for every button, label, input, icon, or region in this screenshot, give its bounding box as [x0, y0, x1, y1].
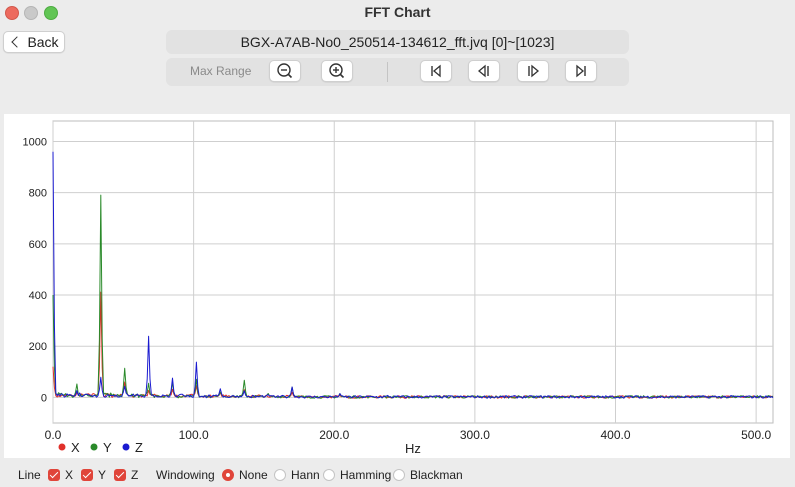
legend-marker-x — [58, 443, 66, 451]
hann-radio-label: Hann — [291, 468, 320, 482]
options-bar: Line X Y Z Windowing None Hann Hamming B… — [0, 462, 795, 487]
y-tick-label: 400 — [29, 290, 47, 302]
file-title: BGX-A7AB-No0_250514-134612_fft.jvq [0]~[… — [166, 30, 629, 54]
windowing-label: Windowing — [156, 468, 215, 482]
legend-label-x: X — [71, 440, 80, 455]
z-checkbox-label: Z — [131, 468, 139, 482]
x-checkbox-box[interactable] — [48, 469, 60, 481]
toolbar-divider — [387, 62, 388, 82]
hamming-radio-button[interactable] — [323, 469, 335, 481]
skip-first-icon — [431, 64, 441, 78]
window-title: FFT Chart — [364, 4, 431, 20]
y-tick-label: 800 — [29, 188, 47, 200]
blackman-radio-button[interactable] — [393, 469, 405, 481]
max-range-label: Max Range — [190, 64, 252, 78]
x-tick-label: 100.0 — [179, 428, 209, 442]
blackman-radio-label: Blackman — [410, 468, 463, 482]
hamming-radio-label: Hamming — [340, 468, 392, 482]
y-tick-label: 200 — [29, 341, 47, 353]
y-line-checkbox[interactable]: Y — [81, 468, 106, 482]
y-tick-label: 600 — [29, 239, 47, 251]
step-forward-icon — [528, 64, 540, 78]
y-checkbox-box[interactable] — [81, 469, 93, 481]
next-page-button[interactable] — [517, 60, 549, 82]
back-button-label: Back — [27, 34, 59, 50]
fft-chart-window: FFT Chart Back BGX-A7AB-No0_250514-13461… — [0, 0, 795, 487]
window-hamming-radio[interactable]: Hamming — [323, 468, 391, 482]
legend-marker-y — [90, 443, 98, 451]
window-hann-radio[interactable]: Hann — [274, 468, 320, 482]
windowing-label-group: Windowing — [156, 468, 215, 482]
y-checkbox-label: Y — [98, 468, 107, 482]
zoom-out-button[interactable] — [269, 60, 301, 82]
skip-last-icon — [576, 64, 586, 78]
hann-radio-button[interactable] — [274, 469, 286, 481]
line-label: Line — [18, 468, 41, 482]
x-line-checkbox[interactable]: X — [48, 468, 73, 482]
x-tick-label: 200.0 — [319, 428, 349, 442]
zoom-in-button[interactable] — [321, 60, 353, 82]
fft-chart[interactable]: 0 200 400 600 800 1000 0.0 100.0 200.0 300.0 400.0… — [4, 114, 790, 458]
legend-label-y: Y — [103, 440, 112, 455]
chevron-left-icon — [11, 36, 24, 48]
z-line-checkbox[interactable]: Z — [114, 468, 138, 482]
chart-toolbar: Max Range — [166, 58, 629, 86]
x-tick-label: 400.0 — [600, 428, 630, 442]
x-checkbox-label: X — [65, 468, 74, 482]
fft-plot-panel[interactable]: 0 200 400 600 800 1000 0.0 100.0 200.0 300.0 400.0… — [4, 114, 790, 458]
zoom-out-icon — [277, 63, 293, 79]
previous-page-button[interactable] — [468, 60, 500, 82]
z-checkbox-box[interactable] — [114, 469, 126, 481]
none-radio-label: None — [239, 468, 268, 482]
back-button[interactable]: Back — [3, 31, 65, 53]
step-back-icon — [477, 64, 489, 78]
last-page-button[interactable] — [565, 60, 597, 82]
window-none-radio[interactable]: None — [222, 468, 268, 482]
legend-marker-z — [122, 443, 130, 451]
y-tick-label: 1000 — [23, 136, 47, 148]
zoom-in-icon — [329, 63, 345, 79]
title-bar: FFT Chart — [0, 0, 795, 24]
x-tick-label: 500.0 — [741, 428, 771, 442]
y-tick-label: 0 — [41, 392, 47, 404]
window-blackman-radio[interactable]: Blackman — [393, 468, 463, 482]
x-axis-label: Hz — [405, 441, 421, 456]
first-page-button[interactable] — [420, 60, 452, 82]
none-radio-button[interactable] — [222, 469, 234, 481]
line-label-group: Line — [18, 468, 41, 482]
x-tick-label: 0.0 — [45, 428, 62, 442]
x-tick-label: 300.0 — [460, 428, 490, 442]
plot-area-frame — [52, 120, 774, 424]
legend-label-z: Z — [135, 440, 143, 455]
